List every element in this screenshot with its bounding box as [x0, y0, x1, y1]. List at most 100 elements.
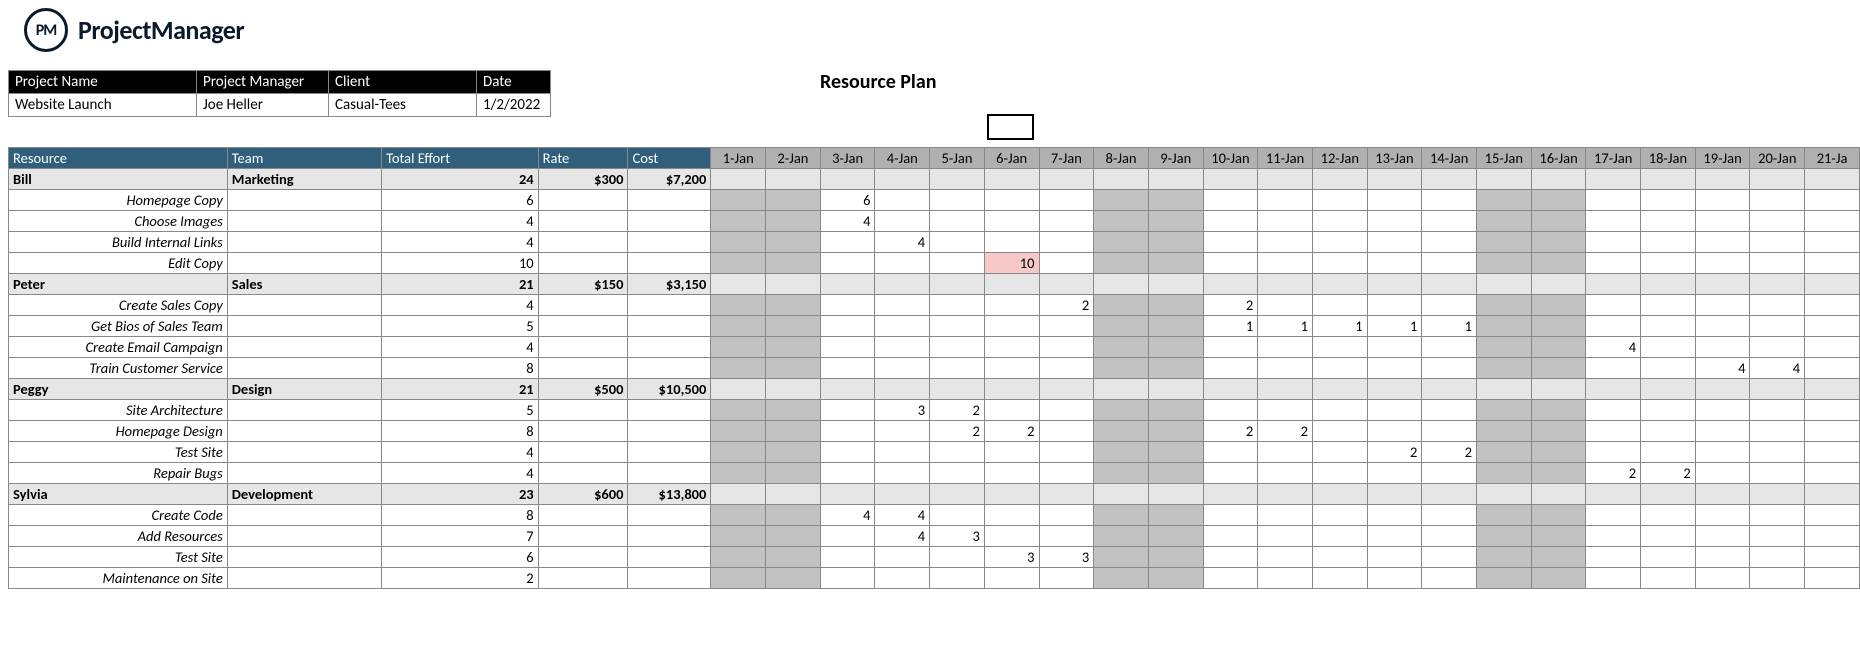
task-row[interactable]: Get Bios of Sales Team511111	[9, 316, 1860, 337]
grid-cell[interactable]	[711, 526, 766, 547]
grid-cell[interactable]	[711, 421, 766, 442]
meta-value-project-manager[interactable]: Joe Heller	[197, 94, 329, 117]
grid-cell[interactable]	[1148, 295, 1203, 316]
grid-cell[interactable]	[930, 463, 985, 484]
grid-cell[interactable]	[1531, 316, 1586, 337]
grid-cell[interactable]	[1641, 421, 1696, 442]
grid-cell[interactable]	[1805, 211, 1860, 232]
grid-cell[interactable]	[984, 169, 1039, 190]
task-team-cell[interactable]	[227, 211, 381, 232]
grid-cell[interactable]	[820, 400, 875, 421]
day-header[interactable]: 16-Jan	[1531, 148, 1586, 169]
grid-cell[interactable]	[820, 463, 875, 484]
task-rate-cell[interactable]	[538, 526, 628, 547]
grid-cell[interactable]: 2	[1039, 295, 1094, 316]
team-header[interactable]: Team	[227, 148, 381, 169]
grid-cell[interactable]	[1750, 547, 1805, 568]
grid-cell[interactable]	[1750, 337, 1805, 358]
grid-cell[interactable]	[930, 295, 985, 316]
grid-cell[interactable]: 4	[875, 232, 930, 253]
grid-cell[interactable]	[1367, 169, 1422, 190]
task-name-cell[interactable]: Get Bios of Sales Team	[9, 316, 228, 337]
resource-grid[interactable]: ResourceTeamTotal EffortRateCost1-Jan2-J…	[8, 147, 1860, 589]
task-row[interactable]: Choose Images44	[9, 211, 1860, 232]
task-effort-cell[interactable]: 8	[382, 421, 539, 442]
grid-cell[interactable]	[766, 400, 821, 421]
grid-cell[interactable]	[875, 547, 930, 568]
grid-cell[interactable]	[1367, 379, 1422, 400]
task-name-cell[interactable]: Homepage Design	[9, 421, 228, 442]
group-resource[interactable]: Peter	[9, 274, 228, 295]
grid-cell[interactable]	[1094, 253, 1149, 274]
grid-cell[interactable]	[1094, 232, 1149, 253]
resource-group-row[interactable]: PeggyDesign21$500$10,500	[9, 379, 1860, 400]
grid-cell[interactable]	[1258, 337, 1313, 358]
task-rate-cell[interactable]	[538, 337, 628, 358]
task-cost-cell[interactable]	[628, 505, 711, 526]
grid-cell[interactable]	[1805, 526, 1860, 547]
rate-header[interactable]: Rate	[538, 148, 628, 169]
task-team-cell[interactable]	[227, 547, 381, 568]
grid-cell[interactable]	[875, 442, 930, 463]
task-rate-cell[interactable]	[538, 463, 628, 484]
grid-cell[interactable]	[1586, 526, 1641, 547]
grid-cell[interactable]	[1094, 316, 1149, 337]
grid-cell[interactable]	[1039, 232, 1094, 253]
grid-cell[interactable]	[1203, 547, 1258, 568]
grid-cell[interactable]	[1312, 505, 1367, 526]
task-team-cell[interactable]	[227, 337, 381, 358]
grid-cell[interactable]	[930, 190, 985, 211]
grid-cell[interactable]	[1094, 337, 1149, 358]
grid-cell[interactable]	[984, 568, 1039, 589]
task-effort-cell[interactable]: 8	[382, 358, 539, 379]
grid-cell[interactable]	[1477, 421, 1532, 442]
task-row[interactable]: Build Internal Links44	[9, 232, 1860, 253]
grid-cell[interactable]	[1367, 295, 1422, 316]
task-team-cell[interactable]	[227, 253, 381, 274]
resource-group-row[interactable]: SylviaDevelopment23$600$13,800	[9, 484, 1860, 505]
task-name-cell[interactable]: Homepage Copy	[9, 190, 228, 211]
grid-cell[interactable]	[1367, 253, 1422, 274]
grid-cell[interactable]	[984, 232, 1039, 253]
task-effort-cell[interactable]: 5	[382, 316, 539, 337]
grid-cell[interactable]	[1422, 421, 1477, 442]
grid-cell[interactable]	[1750, 442, 1805, 463]
grid-cell[interactable]	[1094, 442, 1149, 463]
grid-cell[interactable]	[984, 358, 1039, 379]
grid-cell[interactable]	[875, 169, 930, 190]
grid-cell[interactable]	[1531, 505, 1586, 526]
grid-cell[interactable]	[1695, 526, 1750, 547]
grid-cell[interactable]	[711, 295, 766, 316]
day-header[interactable]: 2-Jan	[766, 148, 821, 169]
grid-cell[interactable]	[1148, 484, 1203, 505]
grid-cell[interactable]	[875, 211, 930, 232]
grid-cell[interactable]	[1695, 505, 1750, 526]
task-team-cell[interactable]	[227, 442, 381, 463]
grid-cell[interactable]	[1531, 274, 1586, 295]
grid-cell[interactable]	[1148, 232, 1203, 253]
task-name-cell[interactable]: Repair Bugs	[9, 463, 228, 484]
task-rate-cell[interactable]	[538, 505, 628, 526]
grid-cell[interactable]	[875, 379, 930, 400]
group-rate[interactable]: $500	[538, 379, 628, 400]
grid-cell[interactable]	[1805, 190, 1860, 211]
grid-cell[interactable]	[1203, 442, 1258, 463]
task-name-cell[interactable]: Add Resources	[9, 526, 228, 547]
meta-value-date[interactable]: 1/2/2022	[477, 94, 551, 117]
grid-cell[interactable]	[1094, 274, 1149, 295]
grid-cell[interactable]: 2	[1422, 442, 1477, 463]
grid-cell[interactable]	[1422, 358, 1477, 379]
grid-cell[interactable]	[930, 253, 985, 274]
grid-cell[interactable]	[1148, 379, 1203, 400]
grid-cell[interactable]	[1805, 379, 1860, 400]
grid-cell[interactable]	[1148, 358, 1203, 379]
grid-cell[interactable]	[1094, 400, 1149, 421]
group-team[interactable]: Sales	[227, 274, 381, 295]
resource-group-row[interactable]: BillMarketing24$300$7,200	[9, 169, 1860, 190]
grid-cell[interactable]	[1148, 568, 1203, 589]
task-rate-cell[interactable]	[538, 295, 628, 316]
group-team[interactable]: Development	[227, 484, 381, 505]
grid-cell[interactable]: 6	[820, 190, 875, 211]
grid-cell[interactable]	[1641, 295, 1696, 316]
grid-cell[interactable]	[1641, 568, 1696, 589]
